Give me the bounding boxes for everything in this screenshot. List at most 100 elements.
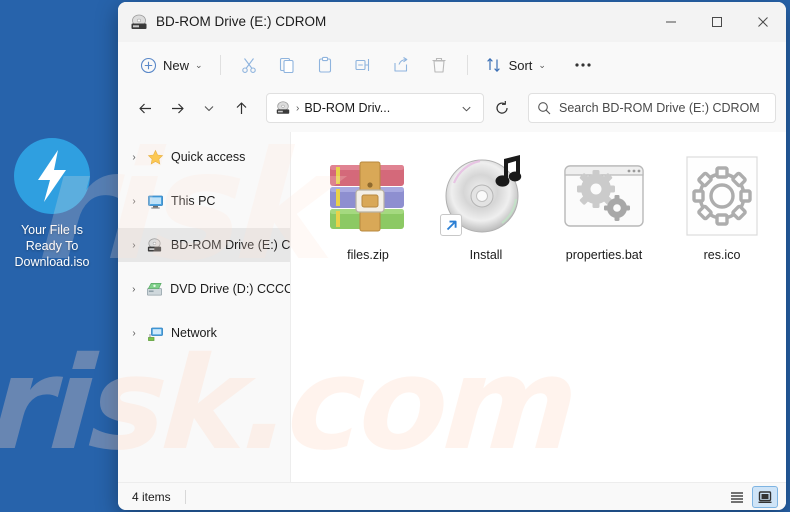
sidebar-item-bd-rom-drive[interactable]: › BD-ROM Drive (E:) C	[118, 228, 290, 262]
sidebar-item-label: Quick access	[171, 150, 246, 164]
plus-circle-icon	[140, 57, 157, 73]
file-item-install[interactable]: Install	[427, 146, 545, 262]
desktop-icon-label-line3: Download.iso	[14, 255, 90, 269]
paste-icon	[318, 56, 331, 73]
maximize-button[interactable]	[694, 2, 740, 42]
status-bar: 4 items	[118, 482, 786, 510]
archive-icon	[320, 150, 416, 242]
shortcut-overlay-icon	[440, 214, 462, 236]
network-icon	[146, 324, 164, 342]
file-explorer-window: BD-ROM Drive (E:) CDROM New ⌄ Sort ⌄ › B…	[118, 2, 786, 510]
disc-music-icon	[438, 150, 534, 242]
sidebar-item-dvd-drive[interactable]: › DVD Drive (D:) CCCC	[118, 272, 290, 306]
expand-chevron-icon[interactable]: ›	[126, 240, 142, 251]
sidebar-item-quick-access[interactable]: › Quick access	[118, 140, 290, 174]
rename-button[interactable]	[344, 49, 382, 81]
status-divider	[184, 489, 186, 504]
cut-button[interactable]	[230, 49, 268, 81]
cd-drive-icon	[276, 101, 290, 114]
sort-arrows-icon	[486, 58, 500, 72]
navigation-bar: › BD-ROM Driv... Search BD-ROM Drive (E:…	[118, 88, 786, 132]
window-title: BD-ROM Drive (E:) CDROM	[156, 14, 327, 29]
close-button[interactable]	[740, 2, 786, 42]
scissors-icon	[241, 58, 256, 73]
details-view-icon	[731, 491, 743, 503]
back-button[interactable]	[130, 93, 160, 123]
cd-drive-icon	[131, 14, 147, 29]
file-item-res-ico[interactable]: res.ico	[663, 146, 781, 262]
recent-locations-button[interactable]	[194, 93, 224, 123]
file-item-label: Install	[469, 248, 503, 262]
minimize-button[interactable]	[648, 2, 694, 42]
toolbar-divider-2	[466, 55, 468, 75]
desktop-icon-label: Your File Is Ready To Download.iso	[6, 222, 98, 270]
desktop-icon-label-line1: Your File Is	[20, 223, 84, 237]
navigation-pane: › Quick access › This PC › BD-ROM Drive …	[118, 132, 290, 482]
large-icons-view-button[interactable]	[752, 485, 778, 508]
sidebar-item-label: BD-ROM Drive (E:) C	[170, 238, 290, 252]
file-list-view[interactable]: files.zip Install properties.bat res.ico	[290, 132, 786, 482]
star-icon	[146, 148, 164, 166]
delete-button[interactable]	[420, 49, 458, 81]
chevron-down-icon	[204, 106, 214, 112]
refresh-button[interactable]	[488, 93, 516, 123]
copy-icon	[279, 57, 294, 74]
address-dropdown-button[interactable]	[455, 96, 477, 120]
ellipsis-icon	[575, 63, 591, 67]
cd-drive-icon	[146, 236, 164, 254]
file-item-files-zip[interactable]: files.zip	[309, 146, 427, 262]
breadcrumb-path: BD-ROM Driv...	[304, 101, 391, 115]
details-view-button[interactable]	[724, 486, 750, 508]
desktop-icon-label-line2: Ready To	[25, 239, 79, 253]
up-button[interactable]	[226, 93, 256, 123]
gear-outline-icon	[674, 150, 770, 242]
expand-chevron-icon[interactable]: ›	[126, 196, 142, 207]
chevron-down-icon: ⌄	[195, 59, 203, 70]
copy-button[interactable]	[268, 49, 306, 81]
chevron-down-icon: ⌄	[538, 59, 546, 70]
search-input[interactable]: Search BD-ROM Drive (E:) CDROM	[528, 93, 776, 123]
arrow-left-icon	[138, 103, 151, 113]
expand-chevron-icon[interactable]: ›	[126, 284, 142, 295]
paste-button[interactable]	[306, 49, 344, 81]
more-options-button[interactable]	[564, 49, 602, 81]
file-item-label: res.ico	[703, 248, 741, 262]
file-item-label: properties.bat	[565, 248, 643, 262]
toolbar-divider-1	[219, 55, 221, 75]
sidebar-item-network[interactable]: › Network	[118, 316, 290, 350]
share-button[interactable]	[382, 49, 420, 81]
file-item-properties-bat[interactable]: properties.bat	[545, 146, 663, 262]
command-toolbar: New ⌄ Sort ⌄	[118, 42, 786, 88]
new-button[interactable]: New ⌄	[132, 49, 211, 81]
share-icon	[394, 57, 407, 72]
dvd-drive-icon	[146, 280, 164, 298]
item-count-label: 4 items	[132, 489, 171, 504]
refresh-icon	[496, 101, 508, 114]
address-bar[interactable]: › BD-ROM Driv...	[266, 93, 484, 123]
bolt-icon	[14, 138, 90, 214]
desktop-icon-iso-file[interactable]: Your File Is Ready To Download.iso	[6, 138, 98, 270]
sidebar-item-this-pc[interactable]: › This PC	[118, 184, 290, 218]
search-icon	[538, 102, 551, 115]
trash-icon	[432, 57, 446, 73]
large-icons-view-icon	[758, 490, 772, 503]
expand-chevron-icon[interactable]: ›	[126, 328, 142, 339]
arrow-right-icon	[171, 103, 184, 113]
file-item-label: files.zip	[347, 248, 389, 262]
arrow-up-icon	[236, 101, 246, 114]
sidebar-item-label: Network	[171, 326, 217, 340]
gears-window-icon	[556, 150, 652, 242]
title-bar[interactable]: BD-ROM Drive (E:) CDROM	[118, 2, 786, 42]
sidebar-item-label: DVD Drive (D:) CCCC	[170, 282, 290, 296]
sort-button[interactable]: Sort ⌄	[477, 49, 554, 81]
breadcrumb-separator: ›	[296, 102, 300, 114]
desktop: risk risk.com Your File Is Ready To Down…	[0, 0, 790, 512]
explorer-body: › Quick access › This PC › BD-ROM Drive …	[118, 132, 786, 482]
sidebar-item-label: This PC	[171, 194, 216, 208]
search-placeholder: Search BD-ROM Drive (E:) CDROM	[559, 101, 760, 115]
sort-button-label: Sort	[508, 57, 533, 73]
forward-button[interactable]	[162, 93, 192, 123]
monitor-icon	[146, 192, 164, 210]
expand-chevron-icon[interactable]: ›	[126, 152, 142, 163]
new-button-label: New	[163, 57, 190, 73]
